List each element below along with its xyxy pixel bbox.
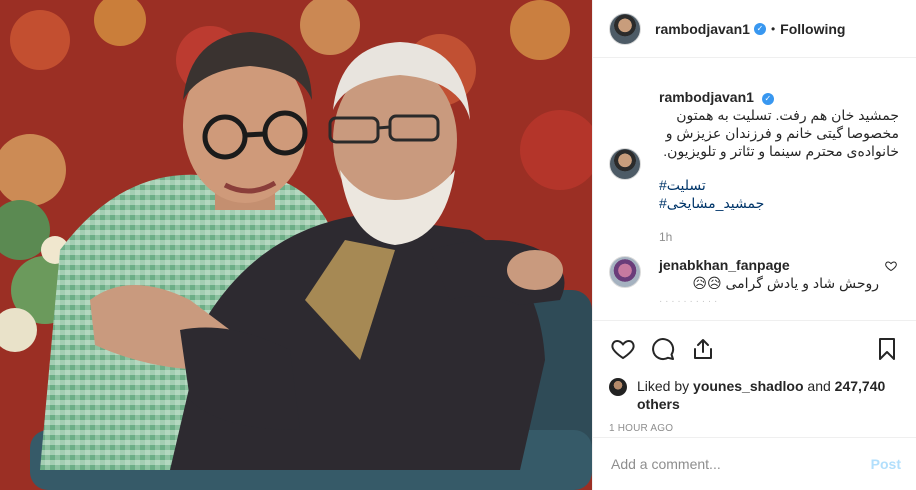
comment-input[interactable] [609,455,871,473]
caption-text: جمشید خان هم رفت. تسلیت به همتون مخصوصا … [663,107,899,159]
likes-conjunction: and [807,378,831,394]
caption-username[interactable]: rambodjavan1 [659,89,754,105]
commenter-avatar[interactable] [609,256,641,288]
faded-comment-overflow: · · · · · · · · · · [659,296,718,307]
header-separator: • [770,21,776,36]
caption-body: rambodjavan1 ✓ جمشید خان هم رفت. تسلیت ب… [659,88,899,246]
post-photo[interactable] [0,0,592,490]
heart-outline-icon[interactable] [885,260,897,292]
post-side-panel: rambodjavan1 ✓ • Following rambodjavan1 … [592,0,916,490]
comment-icon[interactable] [649,335,677,363]
caption-avatar[interactable] [609,148,641,180]
heart-icon[interactable] [609,335,637,363]
bookmark-icon[interactable] [873,335,901,363]
comment-body: jenabkhan_fanpage روحش شاد و یادش گرامی … [659,256,879,292]
author-avatar[interactable] [609,12,641,45]
caption-hashtags: #تسلیت #جمشید_مشایخی [659,176,899,212]
caption: rambodjavan1 ✓ جمشید خان هم رفت. تسلیت ب… [593,58,916,246]
likes-text: Liked by younes_shadloo and 247,740 othe… [637,377,901,413]
liker-avatar[interactable] [609,378,627,396]
post-image [0,0,592,490]
add-comment-bar: Post [593,437,916,490]
commenter-username[interactable]: jenabkhan_fanpage [659,257,790,273]
caption-header: rambodjavan1 ✓ [659,88,899,106]
post-timestamp[interactable]: 1 HOUR AGO [609,423,901,434]
action-icons-row [609,335,901,363]
share-icon[interactable] [689,335,717,363]
post-header: rambodjavan1 ✓ • Following [593,0,916,58]
comments-list[interactable]: rambodjavan1 ✓ جمشید خان هم رفت. تسلیت ب… [593,58,916,320]
likes-prefix: Liked by [637,378,690,394]
likes-summary: Liked by younes_shadloo and 247,740 othe… [609,377,901,413]
author-username[interactable]: rambodjavan1 [655,21,750,37]
liker-username[interactable]: younes_shadloo [693,378,803,394]
verified-badge-icon: ✓ [753,22,766,35]
caption-verified-badge-icon: ✓ [761,93,774,105]
hashtag-link[interactable]: #جمشید_مشایخی [659,194,899,212]
comment-text: روحش شاد و یادش گرامی 😥😥 [692,275,879,291]
following-button[interactable]: Following [780,21,845,37]
post-comment-button[interactable]: Post [871,456,901,472]
comment-item: jenabkhan_fanpage روحش شاد و یادش گرامی … [593,246,916,292]
hashtag-link[interactable]: #تسلیت [659,176,899,194]
caption-time[interactable]: 1h [659,228,899,246]
